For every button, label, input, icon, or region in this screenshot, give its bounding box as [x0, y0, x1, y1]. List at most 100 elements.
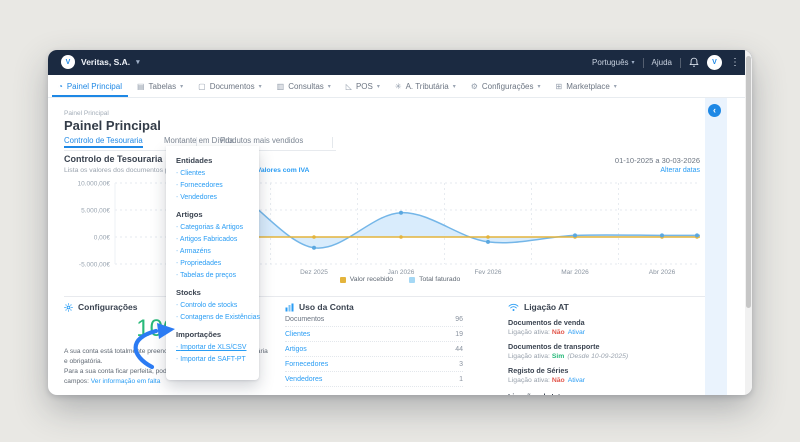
chevron-down-icon: ▾	[613, 83, 617, 90]
chevron-down-icon: ▾	[180, 83, 184, 90]
activate-link[interactable]: Ativar	[568, 377, 585, 384]
tab-controlo-de-tesouraria[interactable]: Controlo de Tesouraria	[64, 136, 143, 148]
tab-produtos-mais-vendidos[interactable]: Produtos mais vendidos	[220, 136, 303, 145]
svg-text:Fev 2026: Fev 2026	[474, 269, 501, 276]
svg-text:10.000,00€: 10.000,00€	[77, 181, 110, 188]
usage-value: 96	[455, 315, 463, 323]
reports-icon: ▥	[276, 81, 285, 91]
side-panel-toggle-button[interactable]: ‹	[708, 104, 721, 117]
menu-item-fornecedores[interactable]: Fornecedores	[176, 182, 250, 189]
kebab-menu-icon[interactable]: ⋮	[730, 57, 740, 68]
nav-item-label: Documentos	[209, 81, 255, 91]
missing-info-link[interactable]: Ver informação em falta	[91, 378, 161, 385]
dashboard-icon: ◔	[58, 81, 63, 91]
change-dates-link[interactable]: Alterar datas	[660, 167, 700, 174]
usage-label[interactable]: Artigos	[285, 346, 307, 353]
legend-item-total-faturado: Total faturado	[409, 276, 460, 283]
nav-item-a-tribut-ria[interactable]: ✳ A. Tributária ▾	[395, 75, 456, 97]
side-panel-strip	[705, 98, 727, 395]
usage-value: 19	[455, 330, 463, 338]
divider	[332, 137, 333, 148]
svg-text:Dez 2025: Dez 2025	[300, 269, 328, 276]
menu-item-importar-de-saft-pt[interactable]: Importar de SAFT-PT	[176, 356, 250, 363]
topbar: V Veritas, S.A. ▾ Português ▾ Ajuda V ⋮	[48, 50, 752, 75]
divider	[680, 57, 681, 68]
notifications-button[interactable]	[689, 57, 699, 68]
nav-item-configura-es[interactable]: ⚙ Configurações ▾	[471, 75, 541, 97]
at-entry-name: Documentos de transporte	[508, 342, 600, 351]
nav-item-marketplace[interactable]: ⊞ Marketplace ▾	[556, 75, 617, 97]
nav-item-pos[interactable]: ◺ POS ▾	[346, 75, 380, 97]
nav-item-label: Painel Principal	[66, 81, 122, 91]
marketplace-icon: ⊞	[555, 81, 563, 91]
usage-label[interactable]: Fornecedores	[285, 361, 328, 368]
svg-text:Jan 2026: Jan 2026	[388, 269, 415, 276]
help-link[interactable]: Ajuda	[652, 58, 672, 67]
usage-label: Documentos	[285, 315, 325, 323]
menu-section-artigos: Artigos Categorias & Artigos Artigos Fabri…	[176, 210, 250, 279]
menu-item-armaz-ns[interactable]: Armazéns	[176, 248, 250, 255]
nav-item-tabelas[interactable]: ▤ Tabelas ▾	[137, 75, 183, 97]
topbar-right: Português ▾ Ajuda V ⋮	[592, 50, 740, 75]
wifi-icon	[508, 303, 519, 311]
nav-item-label: A. Tributária	[405, 81, 449, 91]
usage-row-vendedores: Vendedores 1	[285, 372, 463, 387]
usage-label[interactable]: Clientes	[285, 331, 310, 338]
menu-item-clientes[interactable]: Clientes	[176, 170, 250, 177]
nav-item-label: Consultas	[288, 81, 324, 91]
menu-item-importar-de-xls-csv[interactable]: Importar de XLS/CSV	[176, 344, 250, 351]
values-with-vat-link[interactable]: Valores com IVA	[257, 167, 310, 174]
usage-value: 44	[455, 345, 463, 353]
legend-swatch	[339, 276, 346, 283]
account-switcher[interactable]: V Veritas, S.A. ▾	[61, 55, 140, 69]
page-title: Painel Principal	[64, 118, 161, 133]
date-range: 01-10-2025 a 30-03-2026	[614, 156, 700, 165]
usage-row-clientes: Clientes 19	[285, 327, 463, 342]
at-entry-status: Ligação ativa: Sim (Desde 10-09-2025)	[508, 353, 629, 360]
at-entry-name: Documentos de venda	[508, 318, 585, 327]
language-label: Português	[592, 58, 629, 67]
bell-icon	[689, 57, 699, 67]
at-title: Ligação AT	[524, 302, 569, 312]
tabelas-dropdown-menu: Entidades Clientes Fornecedores Vendedores A…	[166, 146, 260, 380]
nav-item-label: Configurações	[481, 81, 534, 91]
avatar[interactable]: V	[707, 55, 722, 70]
at-entry-name: Registo de Séries	[508, 366, 569, 375]
nav-item-label: POS	[355, 81, 373, 91]
legend-label: Total faturado	[419, 276, 461, 283]
divider	[64, 296, 720, 297]
scrollbar-thumb[interactable]	[746, 56, 751, 308]
nav-item-consultas[interactable]: ▥ Consultas ▾	[277, 75, 331, 97]
menu-section-entidades: Entidades Clientes Fornecedores Vendedores	[176, 156, 250, 201]
pos-icon: ◺	[345, 81, 352, 91]
status-value: Não	[551, 377, 565, 384]
chart-legend: Valor recebido Total faturado	[48, 276, 752, 283]
menu-item-propriedades[interactable]: Propriedades	[176, 260, 250, 267]
usage-label[interactable]: Vendedores	[285, 376, 322, 383]
tax-icon: ✳	[394, 81, 402, 91]
nav-item-documentos[interactable]: ▢ Documentos ▾	[198, 75, 262, 97]
usage-row-fornecedores: Fornecedores 3	[285, 357, 463, 372]
screenshot-stage: V Veritas, S.A. ▾ Português ▾ Ajuda V ⋮ …	[0, 0, 800, 442]
chevron-down-icon: ▾	[631, 60, 635, 66]
setup-title: Configurações	[78, 302, 138, 312]
at-footer: Ligações de Interesse	[508, 392, 704, 395]
chevron-down-icon: ▾	[537, 83, 541, 90]
menu-item-vendedores[interactable]: Vendedores	[176, 194, 250, 201]
svg-text:Abr 2026: Abr 2026	[649, 269, 676, 276]
nav-item-painel-principal[interactable]: ◔ Painel Principal	[52, 75, 128, 97]
usage-rows: Documentos 96 Clientes 19 Artigos 44 Fornecedo…	[285, 312, 463, 387]
nav-item-label: Marketplace	[566, 81, 610, 91]
activate-link[interactable]: Ativar	[568, 329, 585, 336]
menu-item-controlo-de-stocks[interactable]: Controlo de stocks	[176, 302, 250, 309]
svg-text:-5.000,00€: -5.000,00€	[79, 262, 110, 269]
menu-item-tabelas-de-pre-os[interactable]: Tabelas de preços	[176, 272, 250, 279]
menu-section-stocks: Stocks Controlo de stocks Contagens de Exi…	[176, 288, 260, 321]
usage-panel: Uso da Conta Documentos 96 Clientes 19 Artig…	[285, 302, 463, 387]
menu-item-contagens-de-exist-ncias[interactable]: Contagens de Existências	[176, 314, 260, 321]
tables-icon: ▤	[136, 81, 145, 91]
menu-item-categorias-artigos[interactable]: Categorias & Artigos	[176, 224, 250, 231]
divider	[642, 57, 644, 68]
language-selector[interactable]: Português ▾	[592, 58, 634, 67]
menu-item-artigos-fabricados[interactable]: Artigos Fabricados	[176, 236, 250, 243]
